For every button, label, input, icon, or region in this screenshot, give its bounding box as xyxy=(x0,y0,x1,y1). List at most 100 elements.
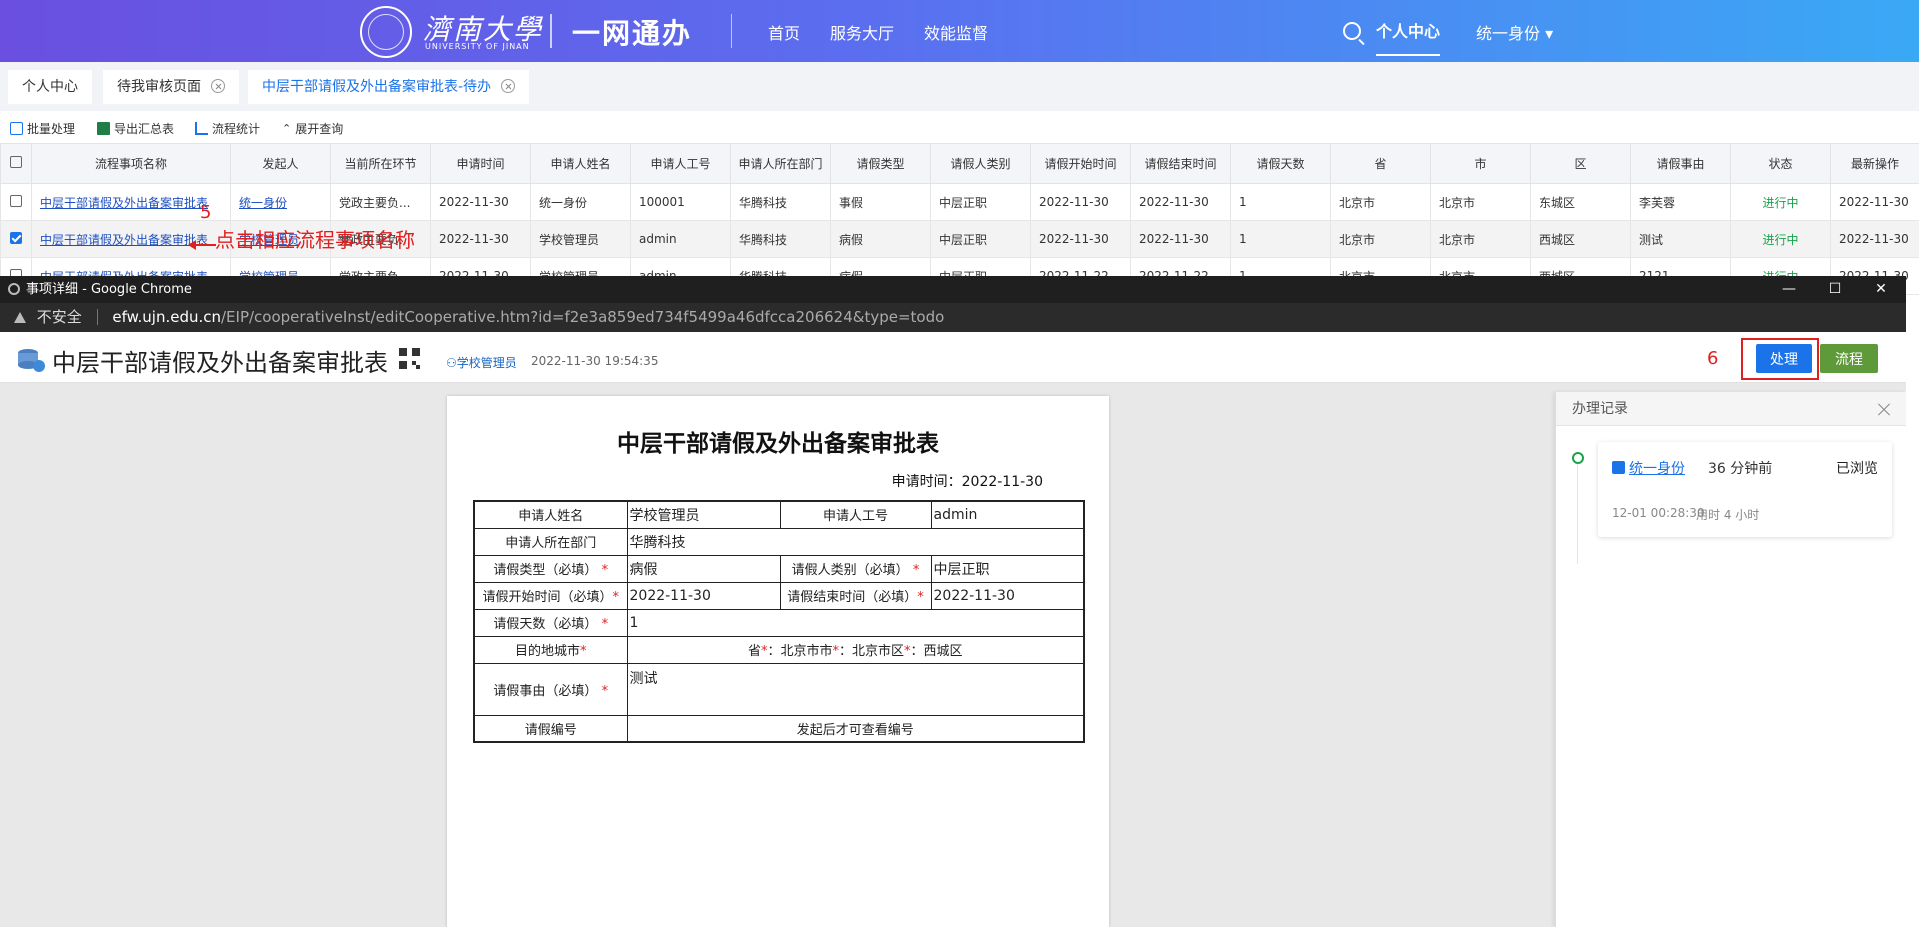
close-icon[interactable] xyxy=(1876,402,1890,416)
tab-my-review[interactable]: 待我审核页面 xyxy=(103,70,239,104)
column-header: 区 xyxy=(1530,143,1631,184)
insecure-label: 不安全 xyxy=(36,308,82,326)
expand-query-label: 展开查询 xyxy=(295,122,344,136)
form-label: 申请人姓名 xyxy=(473,500,628,529)
close-icon[interactable] xyxy=(211,79,225,93)
table-cell: 1 xyxy=(1230,183,1331,221)
form-value-id[interactable]: admin xyxy=(930,500,1085,529)
required-mark: * xyxy=(580,644,587,659)
form-label: 请假开始时间（必填）* xyxy=(473,581,628,610)
required-mark: * xyxy=(597,617,609,632)
form-value-end[interactable]: 2022-11-30 xyxy=(930,581,1085,610)
initiator-link[interactable]: 统一身份 xyxy=(230,183,331,221)
flow-stats-button[interactable]: 流程统计 xyxy=(195,120,260,137)
close-icon[interactable]: ✕ xyxy=(1858,276,1904,303)
table-cell: 2022-11-30 xyxy=(1130,220,1231,258)
form-value-name[interactable]: 学校管理员 xyxy=(626,500,781,529)
process-name-text[interactable]: 中层干部请假及外出备案审批表 xyxy=(40,196,208,210)
form-paper: 中层干部请假及外出备案审批表 申请时间：2022-11-30 申请人姓名 学校管… xyxy=(447,396,1109,927)
nav-service-hall[interactable]: 服务大厅 xyxy=(830,20,894,44)
table-row[interactable]: 中层干部请假及外出备案审批表 统一身份 党政主要负... 2022-11-30 … xyxy=(0,183,1919,221)
nav-divider xyxy=(731,14,732,48)
row-checkbox[interactable] xyxy=(10,231,22,244)
url-host: efw.ujn.edu.cn xyxy=(112,308,221,326)
column-header: 申请人姓名 xyxy=(530,143,631,184)
timeline-dot-icon xyxy=(1572,452,1584,464)
form-value-number: 发起后才可查看编号 xyxy=(626,714,1085,743)
expand-query-button[interactable]: ⌃ 展开查询 xyxy=(282,120,343,137)
record-timestamp: 12-01 00:28:30 xyxy=(1612,506,1705,520)
select-all-cell[interactable] xyxy=(0,143,32,184)
portal-name: 一网通办 xyxy=(572,17,693,50)
table-cell: 病假 xyxy=(830,220,931,258)
document-user[interactable]: ⚇学校管理员 xyxy=(446,354,517,371)
form-label-text: 请假天数（必填） xyxy=(493,617,598,632)
close-icon[interactable] xyxy=(501,79,516,93)
tab-personal-center[interactable]: 个人中心 xyxy=(8,70,92,104)
form-value-reason[interactable]: 测试 xyxy=(626,662,1085,716)
table-cell: 北京市 xyxy=(1330,183,1431,221)
tab-form-todo[interactable]: 中层干部请假及外出备案审批表-待办 xyxy=(248,70,530,104)
table-header-row: 流程事项名称 发起人 当前所在环节 申请时间 申请人姓名 申请人工号 申请人所在… xyxy=(0,143,1919,184)
logo-divider xyxy=(550,14,552,48)
qr-code-icon[interactable] xyxy=(399,348,420,369)
form-value-category[interactable]: 中层正职 xyxy=(930,554,1085,583)
column-header: 请假人类别 xyxy=(930,143,1031,184)
form-value-destination[interactable]: 省*：北京市市*：北京市区*：西城区 xyxy=(626,635,1085,664)
column-header: 状态 xyxy=(1730,143,1831,184)
table-cell: 2022-11-30 xyxy=(430,183,531,221)
annotation-step-6-number: 6 xyxy=(1707,348,1719,369)
form-value-start[interactable]: 2022-11-30 xyxy=(626,581,781,610)
flow-button[interactable]: 流程 xyxy=(1820,344,1878,373)
table-cell: 1 xyxy=(1230,220,1331,258)
table-cell: 2022-11-30 xyxy=(1030,220,1131,258)
row-select-cell[interactable] xyxy=(0,220,32,258)
column-header: 请假天数 xyxy=(1230,143,1331,184)
export-summary-button[interactable]: 导出汇总表 xyxy=(97,120,174,137)
record-user-name: 统一身份 xyxy=(1629,461,1685,477)
leave-form-table: 申请人姓名 学校管理员 申请人工号 admin 申请人所在部门 华腾科技 请假类… xyxy=(473,500,1085,743)
form-value-type[interactable]: 病假 xyxy=(626,554,781,583)
url-divider xyxy=(96,309,98,325)
table-cell: 北京市 xyxy=(1330,220,1431,258)
process-name-link[interactable]: 中层干部请假及外出备案审批表 xyxy=(31,220,231,258)
tab-label: 中层干部请假及外出备案审批表-待办 xyxy=(262,79,492,95)
column-header: 流程事项名称 xyxy=(31,143,231,184)
form-label: 请假类型（必填） * xyxy=(473,554,628,583)
maximize-icon[interactable]: ☐ xyxy=(1812,276,1858,303)
initiator-text[interactable]: 统一身份 xyxy=(239,196,287,210)
table-cell: 北京市 xyxy=(1430,220,1531,258)
nav-personal-center[interactable]: 个人中心 xyxy=(1376,18,1441,56)
user-menu[interactable]: 统一身份 ▾ xyxy=(1476,20,1553,44)
required-mark: * xyxy=(597,683,609,699)
row-checkbox[interactable] xyxy=(10,194,22,207)
table-cell: 党政主要负... xyxy=(330,183,431,221)
tab-label: 待我审核页面 xyxy=(117,79,201,95)
form-value-days[interactable]: 1 xyxy=(626,608,1085,637)
nav-home[interactable]: 首页 xyxy=(768,20,800,44)
table-cell: 北京市 xyxy=(1430,183,1531,221)
column-header: 请假类型 xyxy=(830,143,931,184)
table-cell: 2022-11-30 xyxy=(1130,183,1231,221)
table-cell: 2022-11-30 xyxy=(430,220,531,258)
minimize-icon[interactable]: — xyxy=(1766,276,1812,303)
process-name-text[interactable]: 中层干部请假及外出备案审批表 xyxy=(40,233,208,247)
row-select-cell[interactable] xyxy=(0,183,32,221)
batch-process-button[interactable]: 批量处理 xyxy=(10,120,75,137)
handling-record-panel: 办理记录 统一身份 36 分钟前 已浏览 12-01 00:28:30 用时 4… xyxy=(1555,392,1906,927)
annotation-highlight-box xyxy=(1741,338,1819,380)
address-bar[interactable]: 不安全 efw.ujn.edu.cn/EIP/cooperativeInst/e… xyxy=(0,303,1906,332)
form-title: 中层干部请假及外出备案审批表 xyxy=(617,431,939,457)
export-summary-label: 导出汇总表 xyxy=(114,122,175,136)
person-icon xyxy=(1612,461,1625,474)
form-value-dept[interactable]: 华腾科技 xyxy=(626,527,1085,556)
app-logo-icon xyxy=(18,349,45,372)
excel-icon xyxy=(97,122,110,135)
record-user-link[interactable]: 统一身份 xyxy=(1612,458,1685,478)
chart-icon xyxy=(195,122,208,135)
table-cell: 测试 xyxy=(1630,220,1731,258)
column-header: 请假事由 xyxy=(1630,143,1731,184)
search-icon[interactable] xyxy=(1343,22,1361,40)
nav-efficiency[interactable]: 效能监督 xyxy=(924,20,988,44)
select-all-checkbox[interactable] xyxy=(10,156,22,168)
